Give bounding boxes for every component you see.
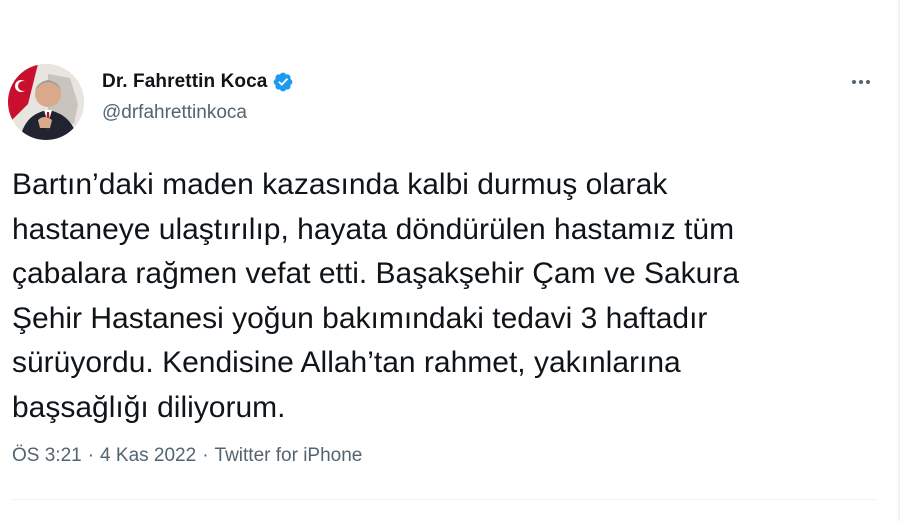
- meta-separator: ·: [202, 445, 209, 466]
- more-dot: [859, 80, 863, 84]
- tweet-meta: ÖS 3:21 · 4 Kas 2022 · Twitter for iPhon…: [12, 445, 362, 467]
- divider: [12, 499, 876, 500]
- more-dot: [866, 80, 870, 84]
- author-display-name[interactable]: Dr. Fahrettin Koca: [102, 71, 267, 93]
- name-row: Dr. Fahrettin Koca: [102, 70, 294, 94]
- tweet-time[interactable]: ÖS 3:21: [12, 445, 82, 467]
- author-handle[interactable]: @drfahrettinkoca: [102, 102, 294, 124]
- verified-badge-icon: [272, 71, 294, 93]
- tweet-source[interactable]: Twitter for iPhone: [215, 445, 363, 467]
- more-dot: [852, 80, 856, 84]
- tweet-date[interactable]: 4 Kas 2022: [100, 445, 196, 467]
- more-options-icon[interactable]: [846, 70, 876, 94]
- tweet-text: Bartın’daki maden kazasında kalbi durmuş…: [12, 168, 740, 424]
- avatar[interactable]: [8, 64, 84, 140]
- tweet-card: Dr. Fahrettin Koca @drfahrettinkoca Bart…: [0, 0, 900, 521]
- avatar-photo: [8, 64, 84, 140]
- author-block: Dr. Fahrettin Koca @drfahrettinkoca: [102, 70, 294, 124]
- meta-separator: ·: [87, 445, 95, 466]
